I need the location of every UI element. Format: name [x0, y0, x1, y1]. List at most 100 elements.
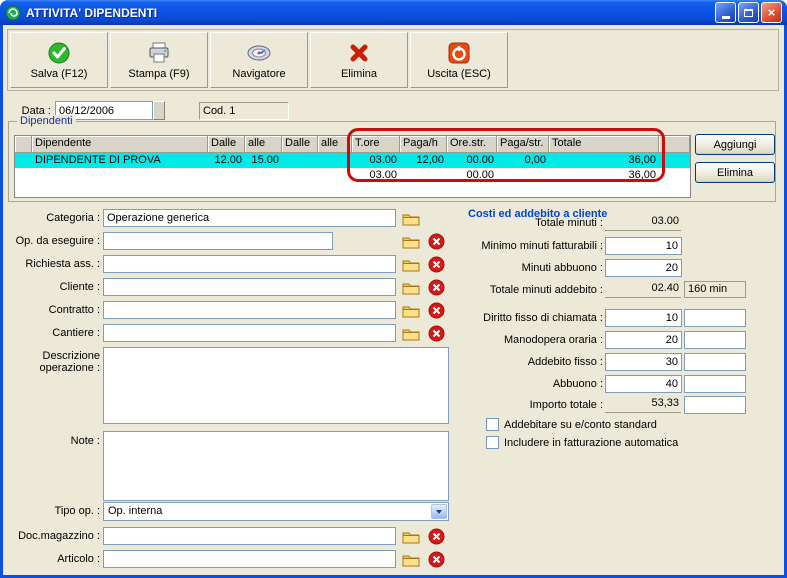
- categoria-input[interactable]: [103, 209, 396, 227]
- power-icon: [446, 40, 472, 66]
- col-alle-1[interactable]: alle: [245, 136, 282, 153]
- col-t-ore[interactable]: T.ore: [352, 136, 400, 153]
- close-button[interactable]: ×: [761, 2, 782, 23]
- descrizione-textarea[interactable]: [103, 347, 449, 424]
- window-title: ATTIVITA' DIPENDENTI: [26, 5, 158, 20]
- doc-magazzino-clear-icon[interactable]: [426, 527, 446, 546]
- cliente-input[interactable]: [103, 278, 396, 296]
- chevron-down-icon[interactable]: [431, 504, 447, 519]
- importo-totale-extra-input[interactable]: [684, 396, 746, 414]
- maximize-button[interactable]: [738, 2, 759, 23]
- minimize-button[interactable]: [715, 2, 736, 23]
- col-paga-h[interactable]: Paga/h: [400, 136, 447, 153]
- col-totale[interactable]: Totale: [549, 136, 659, 153]
- includere-fatturazione-checkbox-label: Includere in fatturazione automatica: [504, 437, 679, 449]
- col-ore-str[interactable]: Ore.str.: [447, 136, 497, 153]
- abbuono-extra-input[interactable]: [684, 375, 746, 393]
- totals-filler: [659, 168, 690, 183]
- col-paga-str[interactable]: Paga/str.: [497, 136, 549, 153]
- tipo-op-select[interactable]: Op. interna: [103, 502, 449, 521]
- grid-selector-header[interactable]: [15, 136, 32, 153]
- manodopera-extra-input[interactable]: [684, 331, 746, 349]
- diritto-fisso-label: Diritto fisso di chiamata :: [483, 312, 603, 324]
- totale-minuti-addebito-label: Totale minuti addebito :: [489, 284, 603, 296]
- cell-totale[interactable]: 36,00: [549, 153, 659, 168]
- totale-minuti-label: Totale minuti :: [535, 217, 603, 229]
- cell-paga-h[interactable]: 12,00: [400, 153, 447, 168]
- minimo-minuti-label: Minimo minuti fatturabili :: [481, 240, 603, 252]
- totals-dalle-1: [208, 168, 245, 183]
- print-button[interactable]: Stampa (F9): [110, 32, 208, 88]
- col-alle-2[interactable]: alle: [318, 136, 352, 153]
- importo-totale-value: 53,33: [605, 397, 681, 413]
- grid-totals-row: 03.00 00.00 36,00: [15, 168, 690, 183]
- cantiere-input[interactable]: [103, 324, 396, 342]
- diritto-fisso-extra-input[interactable]: [684, 309, 746, 327]
- cantiere-folder-icon[interactable]: [401, 324, 421, 343]
- manodopera-label: Manodopera oraria :: [503, 334, 603, 346]
- cell-alle-2[interactable]: [318, 153, 352, 168]
- contratto-folder-icon[interactable]: [401, 301, 421, 320]
- cell-ore-str[interactable]: 00.00: [447, 153, 497, 168]
- cell-dipendente[interactable]: DIPENDENTE DI PROVA: [32, 153, 208, 168]
- cell-dalle-2[interactable]: [282, 153, 318, 168]
- minimo-minuti-input[interactable]: [605, 237, 682, 255]
- titlebar[interactable]: ATTIVITA' DIPENDENTI ×: [0, 0, 787, 25]
- delete-button[interactable]: Elimina: [310, 32, 408, 88]
- client-area: Salva (F12) Stampa (F9) Navigatore Elimi…: [3, 25, 784, 575]
- op-da-eseguire-input[interactable]: [103, 232, 333, 250]
- dipendenti-grid[interactable]: Dipendente Dalle alle Dalle alle T.ore P…: [14, 135, 691, 198]
- cliente-folder-icon[interactable]: [401, 278, 421, 297]
- cell-paga-str[interactable]: 0,00: [497, 153, 549, 168]
- totals-paga-h: [400, 168, 447, 183]
- articolo-folder-icon[interactable]: [401, 550, 421, 569]
- articolo-clear-icon[interactable]: [426, 550, 446, 569]
- grid-row-selected[interactable]: DIPENDENTE DI PROVA 12.00 15.00 03.00 12…: [15, 153, 690, 168]
- navigator-button[interactable]: Navigatore: [210, 32, 308, 88]
- exit-button[interactable]: Uscita (ESC): [410, 32, 508, 88]
- totals-totale: 36,00: [628, 169, 656, 181]
- save-button[interactable]: Salva (F12): [10, 32, 108, 88]
- cell-alle-1[interactable]: 15.00: [245, 153, 282, 168]
- diritto-fisso-input[interactable]: [605, 309, 682, 327]
- elimina-row-button[interactable]: Elimina: [695, 162, 775, 183]
- col-dipendente[interactable]: Dipendente: [32, 136, 208, 153]
- save-check-icon: [46, 40, 72, 66]
- doc-magazzino-folder-icon[interactable]: [401, 527, 421, 546]
- tipo-op-value: Op. interna: [108, 505, 163, 517]
- richiesta-ass-input[interactable]: [103, 255, 396, 273]
- doc-magazzino-input[interactable]: [103, 527, 396, 545]
- red-x-icon: [346, 40, 372, 66]
- minuti-abbuono-input[interactable]: [605, 259, 682, 277]
- cell-t-ore[interactable]: 03.00: [352, 153, 400, 168]
- cell-dalle-1[interactable]: 12.00: [208, 153, 245, 168]
- col-dalle-1[interactable]: Dalle: [208, 136, 245, 153]
- row-selector[interactable]: [15, 153, 32, 168]
- minimize-icon: [721, 15, 730, 19]
- contratto-input[interactable]: [103, 301, 396, 319]
- note-label: Note :: [70, 435, 100, 447]
- col-dalle-2[interactable]: Dalle: [282, 136, 318, 153]
- manodopera-input[interactable]: [605, 331, 682, 349]
- aggiungi-button[interactable]: Aggiungi: [695, 134, 775, 155]
- totals-alle-1: [245, 168, 282, 183]
- totals-paga-str: [497, 168, 549, 183]
- richiesta-ass-folder-icon[interactable]: [401, 255, 421, 274]
- grid-header-row: Dipendente Dalle alle Dalle alle T.ore P…: [15, 136, 690, 153]
- totals-selector: [15, 168, 32, 183]
- totals-dalle-2: [282, 168, 318, 183]
- abbuono-input[interactable]: [605, 375, 682, 393]
- note-textarea[interactable]: [103, 431, 449, 501]
- addebitare-checkbox[interactable]: [486, 418, 499, 431]
- date-lookup-button[interactable]: [153, 101, 165, 120]
- includere-fatturazione-checkbox[interactable]: [486, 436, 499, 449]
- totale-minuti-value: 03.00: [605, 215, 681, 231]
- op-da-eseguire-folder-icon[interactable]: [401, 232, 421, 251]
- categoria-folder-icon[interactable]: [401, 209, 421, 228]
- addebito-fisso-input[interactable]: [605, 353, 682, 371]
- addebito-fisso-extra-input[interactable]: [684, 353, 746, 371]
- dipendenti-group-label: Dipendenti: [17, 115, 76, 127]
- articolo-input[interactable]: [103, 550, 396, 568]
- addebito-fisso-label: Addebito fisso :: [527, 356, 603, 368]
- addebitare-checkbox-label: Addebitare su e/conto standard: [504, 419, 657, 431]
